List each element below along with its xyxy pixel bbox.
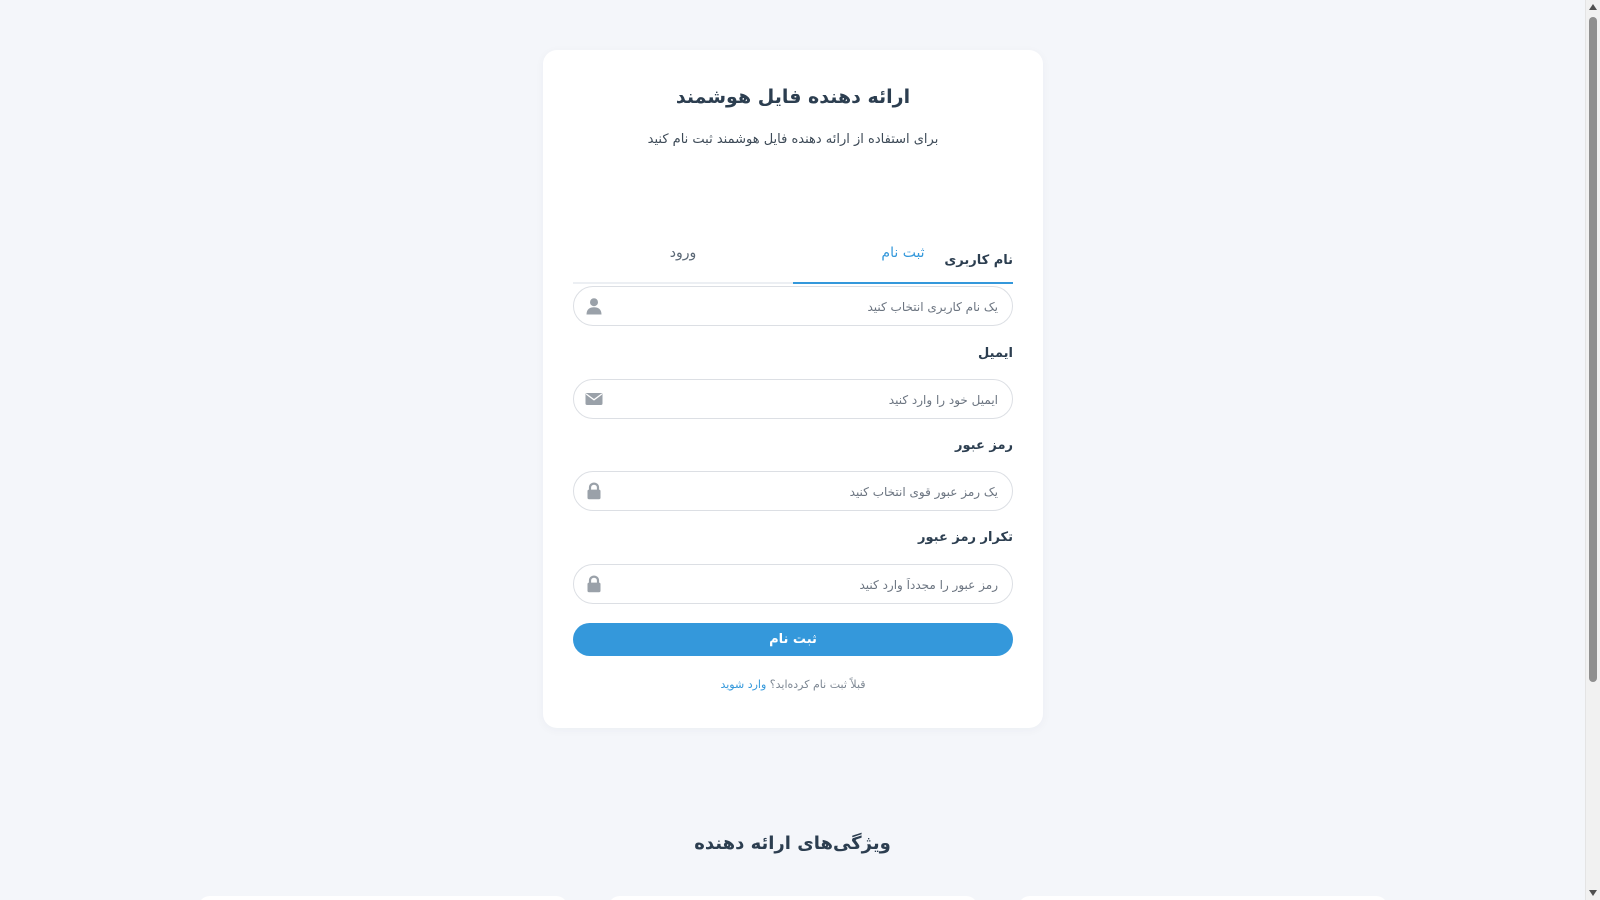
email-label: ایمیل bbox=[978, 346, 1013, 361]
password-label: رمز عبور bbox=[955, 438, 1013, 453]
scroll-down-arrow-icon[interactable] bbox=[1589, 890, 1597, 896]
password-input[interactable] bbox=[614, 472, 1000, 512]
email-field-wrapper bbox=[573, 379, 1013, 420]
page: ارائه دهنده فایل هوشمند برای استفاده از … bbox=[0, 0, 1585, 900]
email-input[interactable] bbox=[614, 380, 1000, 420]
password-field-wrapper bbox=[573, 471, 1013, 512]
user-icon bbox=[586, 298, 602, 315]
switch-prompt: قبلاً ثبت نام کرده‌اید؟ bbox=[769, 678, 866, 691]
browser-viewport: ارائه دهنده فایل هوشمند برای استفاده از … bbox=[0, 0, 1600, 900]
feature-card bbox=[198, 896, 568, 900]
features-heading: ویژگی‌های ارائه دهنده bbox=[694, 833, 891, 854]
vertical-scrollbar[interactable] bbox=[1585, 0, 1600, 900]
feature-card bbox=[1018, 896, 1388, 900]
scrollbar-thumb[interactable] bbox=[1589, 17, 1597, 682]
lock-icon bbox=[587, 575, 601, 593]
auth-card: ارائه دهنده فایل هوشمند برای استفاده از … bbox=[543, 50, 1043, 728]
lock-icon bbox=[587, 482, 601, 500]
tab-login[interactable]: ورود bbox=[573, 232, 793, 282]
app-subtitle: برای استفاده از ارائه دهنده فایل هوشمند … bbox=[647, 132, 939, 147]
confirm-password-field-wrapper bbox=[573, 564, 1013, 605]
login-link[interactable]: وارد شوید bbox=[720, 678, 766, 691]
login-switch-line: قبلاً ثبت نام کرده‌اید؟ وارد شوید bbox=[543, 678, 1043, 691]
username-label: نام کاربری bbox=[944, 253, 1013, 268]
envelope-icon bbox=[585, 393, 603, 405]
app-title: ارائه دهنده فایل هوشمند bbox=[675, 86, 911, 108]
username-input[interactable] bbox=[614, 287, 1000, 327]
username-field-wrapper bbox=[573, 286, 1013, 327]
register-submit-button[interactable]: ثبت نام bbox=[573, 623, 1013, 656]
confirm-password-input[interactable] bbox=[614, 565, 1000, 605]
feature-card bbox=[608, 896, 978, 900]
scroll-up-arrow-icon[interactable] bbox=[1589, 4, 1597, 10]
confirm-password-label: تکرار رمز عبور bbox=[918, 530, 1013, 545]
